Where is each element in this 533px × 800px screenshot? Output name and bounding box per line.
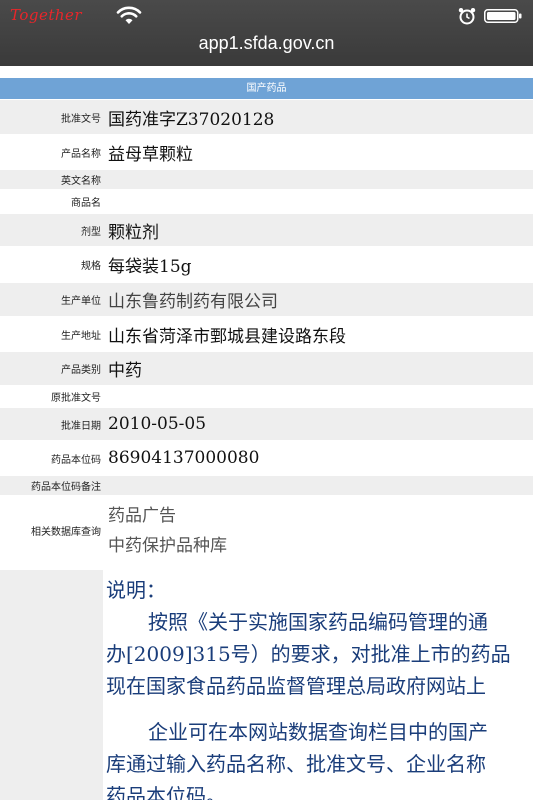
field-label: 剂型 [0,213,104,247]
field-label: 药品本位码 [0,440,104,476]
field-label: 产品类别 [0,351,104,386]
drug-advertisement-link[interactable]: 药品广告 [108,501,533,531]
drug-detail-panel: 国产药品 批准文号 国药准字Z37020128 产品名称 益母草颗粒 英文名称 … [0,78,533,566]
section-header: 国产药品 [0,78,533,99]
notice-box: 说明： 按照《关于实施国家药品编码管理的通 办[2009]315号）的要求，对批… [103,570,533,800]
field-label: 商品名 [0,189,104,214]
table-row: 相关数据库查询 药品广告 中药保护品种库 [0,495,533,566]
related-database-links: 药品广告 中药保护品种库 [104,495,533,566]
specification-value: 每袋装15g [104,246,533,283]
notice-text: 说明： 按照《关于实施国家药品编码管理的通 办[2009]315号）的要求，对批… [106,574,533,800]
table-row: 原批准文号 [0,385,533,408]
field-label: 药品本位码备注 [0,475,104,496]
field-label: 产品名称 [0,134,104,170]
english-name-value [104,169,533,190]
field-label: 英文名称 [0,169,104,190]
table-row: 药品本位码备注 [0,475,533,496]
field-label: 生产单位 [0,282,104,317]
table-row: 生产单位 山东鲁药制药有限公司 [0,282,533,317]
field-label: 规格 [0,246,104,283]
wifi-icon [116,6,142,24]
trade-name-value [104,189,533,214]
manufacturer-address-value: 山东省菏泽市鄄城县建设路东段 [104,316,533,352]
field-label: 批准文号 [0,99,104,135]
browser-top-bar: Together app1.sfda.gov.cn [0,0,533,66]
drug-standard-code-value: 86904137000080 [104,440,533,476]
dosage-form-value: 颗粒剂 [104,213,533,247]
field-label: 原批准文号 [0,385,104,408]
table-row: 产品类别 中药 [0,351,533,386]
field-label: 生产地址 [0,316,104,352]
approval-number-value: 国药准字Z37020128 [104,99,533,135]
table-row: 药品本位码 86904137000080 [0,440,533,476]
product-category-value: 中药 [104,351,533,386]
table-row: 生产地址 山东省菏泽市鄄城县建设路东段 [0,316,533,352]
notice-paragraph-line: 按照《关于实施国家药品编码管理的通 [148,610,488,634]
address-bar-url[interactable]: app1.sfda.gov.cn [0,33,533,54]
table-row: 商品名 [0,189,533,214]
notice-title: 说明： [106,578,166,602]
table-row: 英文名称 [0,169,533,190]
standard-code-remark-value [104,475,533,496]
notice-paragraph-line: 企业可在本网站数据查询栏目中的国产 [148,720,488,744]
notice-section: 说明： 按照《关于实施国家药品编码管理的通 办[2009]315号）的要求，对批… [0,570,533,800]
manufacturer-value: 山东鲁药制药有限公司 [104,282,533,317]
table-row: 批准日期 2010-05-05 [0,407,533,441]
notice-paragraph-line: 办[2009]315号）的要求，对批准上市的药品 [106,642,511,666]
field-label: 相关数据库查询 [0,495,104,566]
field-label: 批准日期 [0,407,104,441]
alarm-clock-icon [458,8,476,25]
battery-icon [484,9,522,23]
original-approval-number-value [104,385,533,408]
product-name-value: 益母草颗粒 [104,134,533,170]
table-row: 产品名称 益母草颗粒 [0,134,533,170]
table-row: 规格 每袋装15g [0,246,533,283]
approval-date-value: 2010-05-05 [104,407,533,441]
tcm-protected-varieties-link[interactable]: 中药保护品种库 [108,531,533,561]
notice-paragraph-line: 库通过输入药品名称、批准文号、企业名称 [106,752,486,776]
notice-paragraph-line: 药品本位码。 [106,784,226,800]
table-row: 剂型 颗粒剂 [0,213,533,247]
drug-detail-table: 批准文号 国药准字Z37020128 产品名称 益母草颗粒 英文名称 商品名 剂… [0,99,533,566]
carrier-name: Together [10,6,83,24]
notice-paragraph-line: 现在国家食品药品监督管理总局政府网站上 [106,674,486,698]
table-row: 批准文号 国药准字Z37020128 [0,99,533,135]
